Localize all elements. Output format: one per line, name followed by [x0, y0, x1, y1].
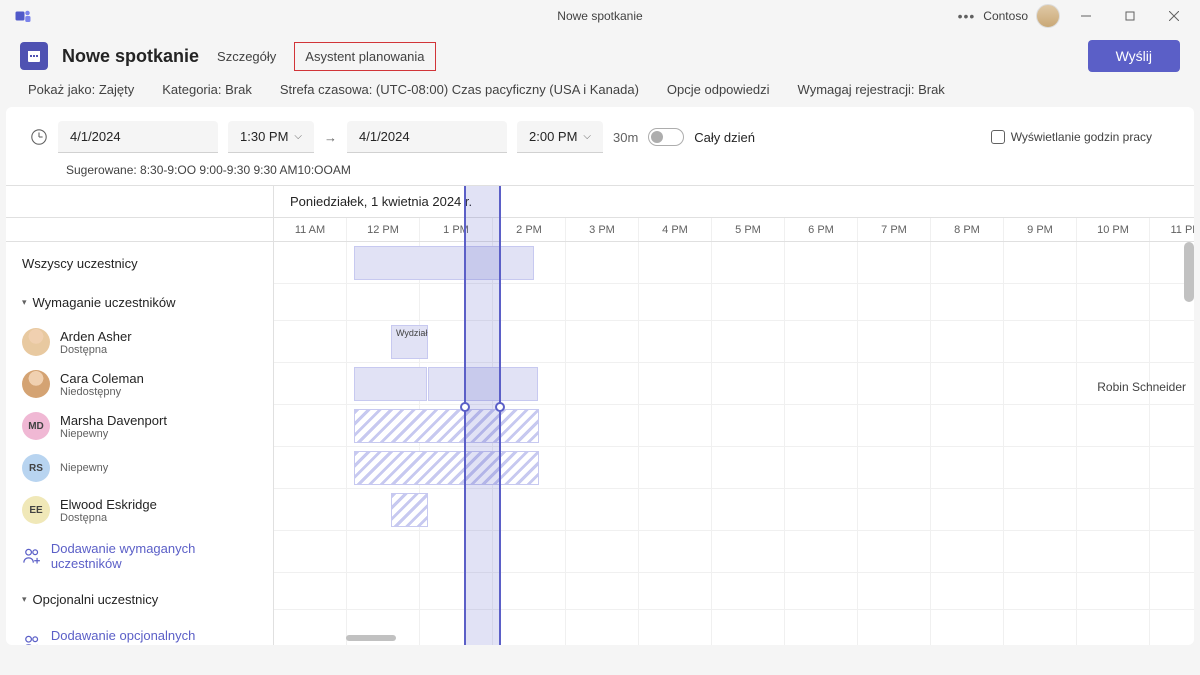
chevron-down-icon: ▾ [22, 297, 27, 308]
overflow-attendee-name: Robin Schneider [1097, 380, 1186, 394]
all-day-label: Cały dzień [694, 130, 755, 145]
more-icon[interactable]: ••• [958, 8, 976, 24]
add-optional-attendee[interactable]: Dodawanie opcjonalnych uczestników [6, 618, 273, 645]
attendee-row[interactable]: EE Elwood EskridgeDostępna [6, 489, 273, 531]
attendee-column: Wszyscy uczestnicy ▾Wymaganie uczestnikó… [6, 186, 274, 645]
timeline-row [274, 284, 1194, 321]
hour-label: 3 PM [566, 218, 639, 241]
close-button[interactable] [1156, 2, 1192, 30]
attendee-name: Cara Coleman [60, 371, 144, 386]
hour-label: 5 PM [712, 218, 785, 241]
attendee-name: Arden Asher [60, 329, 132, 344]
attendee-avatar: EE [22, 496, 50, 524]
chevron-down-icon: ▾ [22, 594, 27, 605]
tab-details[interactable]: Szczegóły [213, 41, 280, 72]
add-person-icon [22, 633, 41, 645]
window-title: Nowe spotkanie [557, 9, 642, 23]
minimize-button[interactable] [1068, 2, 1104, 30]
busy-block [428, 367, 538, 401]
start-time-input[interactable]: 1:30 PM⌵ [228, 121, 314, 153]
duration-label: 30m [613, 130, 638, 145]
timeline-column[interactable]: Poniedziałek, 1 kwietnia 2024 r. 11 AM12… [274, 186, 1194, 645]
maximize-button[interactable] [1112, 2, 1148, 30]
registration-option[interactable]: Wymagaj rejestracji: Brak [798, 82, 945, 97]
optional-section-header[interactable]: ▾Opcjonalni uczestnicy [6, 581, 273, 618]
checkbox-icon[interactable] [991, 130, 1005, 144]
scheduling-area: Wszyscy uczestnicy ▾Wymaganie uczestnikó… [6, 185, 1194, 645]
attendee-row[interactable]: Arden AsherDostępna [6, 321, 273, 363]
user-avatar[interactable] [1036, 4, 1060, 28]
end-date-input[interactable]: 4/1/2024 [347, 121, 507, 153]
header-row: Nowe spotkanie Szczegóły Asystent planow… [0, 32, 1200, 76]
timezone-option[interactable]: Strefa czasowa: (UTC-08:00) Czas pacyfic… [280, 82, 639, 97]
hour-label: 11 AM [274, 218, 347, 241]
send-button[interactable]: Wyślij [1088, 40, 1180, 72]
attendee-status: Dostępna [60, 512, 157, 524]
timeline-row [274, 610, 1194, 645]
tab-scheduling-assistant[interactable]: Asystent planowania [294, 42, 435, 71]
attendee-row[interactable]: Cara ColemanNiedostępny [6, 363, 273, 405]
work-hours-toggle[interactable]: Wyświetlanie godzin pracy [991, 130, 1170, 144]
calendar-icon [20, 42, 48, 70]
page-title: Nowe spotkanie [62, 46, 199, 67]
options-row: Pokaż jako: Zajęty Kategoria: Brak Stref… [0, 76, 1200, 107]
chevron-down-icon: ⌵ [583, 131, 591, 142]
busy-block [354, 367, 427, 401]
suggested-times[interactable]: Sugerowane: 8:30-9:OO 9:00-9:30 9:30 AM1… [6, 153, 1194, 185]
timeline-row [274, 573, 1194, 610]
grid-body[interactable]: Wydział [274, 242, 1194, 645]
attendee-name: Elwood Eskridge [60, 497, 157, 512]
titlebar: Nowe spotkanie ••• Contoso [0, 0, 1200, 32]
hour-label: 1 PM [420, 218, 493, 241]
attendee-status: Niepewny [60, 428, 167, 440]
busy-block [354, 409, 539, 443]
content-panel: 4/1/2024 1:30 PM⌵ → 4/1/2024 2:00 PM⌵ 30… [6, 107, 1194, 645]
attendee-row[interactable]: RS Niepewny [6, 447, 273, 489]
hour-label: 4 PM [639, 218, 712, 241]
clock-icon [30, 128, 48, 146]
hour-label: 2 PM [493, 218, 566, 241]
all-attendees-header: Wszyscy uczestnicy [6, 242, 273, 284]
hour-label: 10 PM [1077, 218, 1150, 241]
horizontal-scrollbar[interactable] [346, 635, 396, 641]
hour-label: 7 PM [858, 218, 931, 241]
show-as-option[interactable]: Pokaż jako: Zajęty [28, 82, 134, 97]
all-day-toggle[interactable] [648, 128, 684, 146]
response-option[interactable]: Opcje odpowiedzi [667, 82, 770, 97]
attendee-avatar: RS [22, 454, 50, 482]
busy-block [354, 451, 539, 485]
busy-block-label: Wydział [392, 326, 431, 340]
required-section-header[interactable]: ▾Wymaganie uczestników [6, 284, 273, 321]
org-name: Contoso [983, 9, 1028, 23]
attendee-row[interactable]: MD Marsha DavenportNiepewny [6, 405, 273, 447]
attendee-avatar: MD [22, 412, 50, 440]
arrow-right-icon: → [324, 130, 337, 145]
hours-row: 11 AM12 PM1 PM2 PM3 PM4 PM5 PM6 PM7 PM8 … [274, 218, 1194, 242]
add-person-icon [22, 546, 41, 566]
hour-label: 6 PM [785, 218, 858, 241]
hour-label: 9 PM [1004, 218, 1077, 241]
attendee-status: Dostępna [60, 344, 132, 356]
attendee-avatar [22, 370, 50, 398]
busy-block [354, 246, 534, 280]
attendee-status: Niepewny [60, 462, 108, 474]
attendee-status: Niedostępny [60, 386, 144, 398]
vertical-scrollbar[interactable] [1184, 242, 1194, 302]
attendee-avatar [22, 328, 50, 356]
start-date-input[interactable]: 4/1/2024 [58, 121, 218, 153]
category-option[interactable]: Kategoria: Brak [162, 82, 252, 97]
attendee-name: Marsha Davenport [60, 413, 167, 428]
hour-label: 8 PM [931, 218, 1004, 241]
timeline-row [274, 531, 1194, 573]
busy-block [391, 493, 428, 527]
hour-label: 12 PM [347, 218, 420, 241]
busy-block: Wydział [391, 325, 428, 359]
hour-label: 11 PM [1150, 218, 1194, 241]
teams-app-icon [14, 7, 32, 25]
end-time-input[interactable]: 2:00 PM⌵ [517, 121, 603, 153]
datetime-row: 4/1/2024 1:30 PM⌵ → 4/1/2024 2:00 PM⌵ 30… [6, 121, 1194, 153]
date-header: Poniedziałek, 1 kwietnia 2024 r. [274, 186, 1194, 218]
add-required-attendee[interactable]: Dodawanie wymaganych uczestników [6, 531, 273, 581]
chevron-down-icon: ⌵ [294, 131, 302, 142]
